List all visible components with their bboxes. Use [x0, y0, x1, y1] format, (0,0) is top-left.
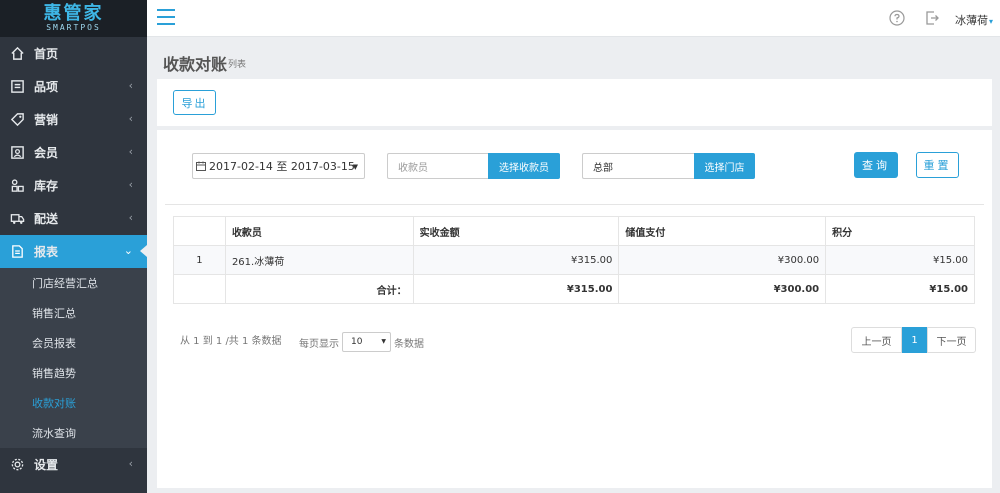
next-page-button[interactable]: 下一页 [927, 327, 976, 353]
top-header: 冰薄荷▾ [147, 0, 1000, 37]
chevron-left-icon: ‹ [128, 211, 133, 224]
submenu-item-sales-trend[interactable]: 销售趋势 [0, 358, 147, 388]
cell-total-received: ¥315.00 [412, 274, 620, 304]
export-button[interactable]: 导出 [173, 90, 216, 115]
cell-empty [173, 274, 226, 304]
per-page-suffix: 条数据 [394, 338, 424, 350]
chevron-left-icon: ‹ [128, 145, 133, 158]
sidebar-item-delivery[interactable]: 配送 ‹ [0, 202, 147, 235]
prev-page-button[interactable]: 上一页 [851, 327, 902, 353]
table-header-row: 收款员 实收金额 储值支付 积分 [173, 216, 975, 246]
select-store-button[interactable]: 选择门店 [694, 153, 755, 179]
cashier-filter: 收款员 选择收款员 [387, 153, 560, 179]
gear-icon [8, 456, 26, 474]
column-header-index [173, 216, 226, 246]
per-page-select[interactable]: 10 ▼ [342, 332, 391, 352]
store-filter: 总部 选择门店 [582, 153, 755, 179]
cell-total-stored-value: ¥300.00 [618, 274, 827, 304]
sidebar-item-label: 库存 [34, 179, 59, 193]
reset-button[interactable]: 重置 [916, 152, 959, 178]
column-header-received: 实收金额 [412, 216, 620, 246]
home-icon [8, 45, 26, 63]
date-range-value: 2017-02-14 至 2017-03-15 [209, 160, 355, 173]
grid-icon [8, 177, 26, 195]
sidebar-item-label: 配送 [34, 212, 59, 226]
user-menu[interactable]: 冰薄荷▾ [955, 12, 993, 28]
reconciliation-table: 收款员 实收金额 储值支付 积分 1 261.冰薄荷 ¥315.00 ¥300.… [173, 216, 975, 304]
truck-icon [8, 210, 26, 228]
cell-total-points: ¥15.00 [825, 274, 975, 304]
sidebar-item-label: 首页 [34, 47, 59, 61]
page-subtitle: 列表 [228, 60, 247, 70]
cell-cashier: 261.冰薄荷 [224, 245, 414, 275]
store-input[interactable]: 总部 [582, 153, 694, 179]
chevron-left-icon: ‹ [128, 457, 133, 470]
sidebar-item-inventory[interactable]: 库存 ‹ [0, 169, 147, 202]
sidebar-item-members[interactable]: 会员 ‹ [0, 136, 147, 169]
sidebar: 惠管家 SMARTPOS 首页 品项 ‹ 营销 ‹ 会员 ‹ 库存 ‹ 配送 ‹… [0, 0, 147, 493]
submenu-item-store-summary[interactable]: 门店经营汇总 [0, 268, 147, 298]
report-icon [8, 243, 26, 261]
column-header-stored-value: 储值支付 [618, 216, 827, 246]
chevron-left-icon: ‹ [128, 178, 133, 191]
sidebar-item-marketing[interactable]: 营销 ‹ [0, 103, 147, 136]
page-1-button[interactable]: 1 [902, 327, 927, 353]
main-panel: 2017-02-14 至 2017-03-15 ▼ 收款员 选择收款员 总部 选… [157, 130, 992, 488]
pagination-info: 从 1 到 1 /共 1 条数据 [180, 336, 282, 347]
submenu-item-sales-summary[interactable]: 销售汇总 [0, 298, 147, 328]
cell-received: ¥315.00 [412, 245, 620, 275]
query-button[interactable]: 查询 [854, 152, 898, 178]
member-card-icon [8, 144, 26, 162]
menu-toggle-icon[interactable] [157, 9, 175, 25]
select-cashier-button[interactable]: 选择收款员 [488, 153, 560, 179]
column-header-points: 积分 [825, 216, 975, 246]
caret-down-icon: ▾ [989, 17, 994, 26]
submenu-item-transaction-query[interactable]: 流水查询 [0, 418, 147, 448]
cashier-input[interactable]: 收款员 [387, 153, 488, 179]
calendar-icon [196, 161, 206, 171]
sidebar-item-label: 报表 [34, 245, 59, 259]
sidebar-item-label: 营销 [34, 113, 59, 127]
sidebar-item-settings[interactable]: 设置 ‹ [0, 448, 147, 481]
help-icon[interactable] [889, 10, 905, 26]
per-page-value: 10 [351, 337, 363, 347]
chevron-left-icon: ‹ [128, 79, 133, 92]
date-range-picker[interactable]: 2017-02-14 至 2017-03-15 ▼ [192, 153, 365, 179]
logout-icon[interactable] [924, 10, 940, 26]
sidebar-item-home[interactable]: 首页 [0, 37, 147, 70]
per-page-control: 每页显示 10 ▼ 条数据 [299, 332, 424, 352]
pagination: 上一页 1 下一页 [851, 327, 976, 353]
caret-down-icon: ▼ [352, 163, 358, 171]
logo-text: 惠管家 [43, 3, 104, 24]
toolbar-panel: 导出 [157, 79, 992, 126]
submenu-item-payment-reconciliation[interactable]: 收款对账 [0, 388, 147, 418]
column-header-cashier: 收款员 [224, 216, 414, 246]
divider [165, 204, 984, 205]
submenu-item-member-report[interactable]: 会员报表 [0, 328, 147, 358]
chevron-down-icon: ⌄ [123, 244, 133, 257]
reports-submenu: 门店经营汇总 销售汇总 会员报表 销售趋势 收款对账 流水查询 [0, 268, 147, 448]
sidebar-item-label: 会员 [34, 146, 59, 160]
cell-index: 1 [173, 245, 226, 275]
logo-subtext: SMARTPOS [46, 23, 101, 32]
table-row[interactable]: 1 261.冰薄荷 ¥315.00 ¥300.00 ¥15.00 [173, 245, 975, 275]
caret-down-icon: ▼ [381, 338, 386, 345]
cell-points: ¥15.00 [825, 245, 975, 275]
logo[interactable]: 惠管家 SMARTPOS [0, 0, 147, 37]
sidebar-item-label: 设置 [34, 458, 59, 472]
sidebar-item-products[interactable]: 品项 ‹ [0, 70, 147, 103]
sidebar-item-label: 品项 [34, 80, 59, 94]
page-title: 收款对账 [163, 55, 228, 74]
table-total-row: 合计： ¥315.00 ¥300.00 ¥15.00 [173, 274, 975, 304]
list-icon [8, 78, 26, 96]
sidebar-item-reports[interactable]: 报表 ⌄ [0, 235, 147, 268]
per-page-prefix: 每页显示 [299, 338, 339, 350]
chevron-left-icon: ‹ [128, 112, 133, 125]
cell-total-label: 合计： [224, 274, 414, 304]
cell-stored-value: ¥300.00 [618, 245, 827, 275]
tag-icon [8, 111, 26, 129]
user-name: 冰薄荷 [955, 14, 988, 27]
